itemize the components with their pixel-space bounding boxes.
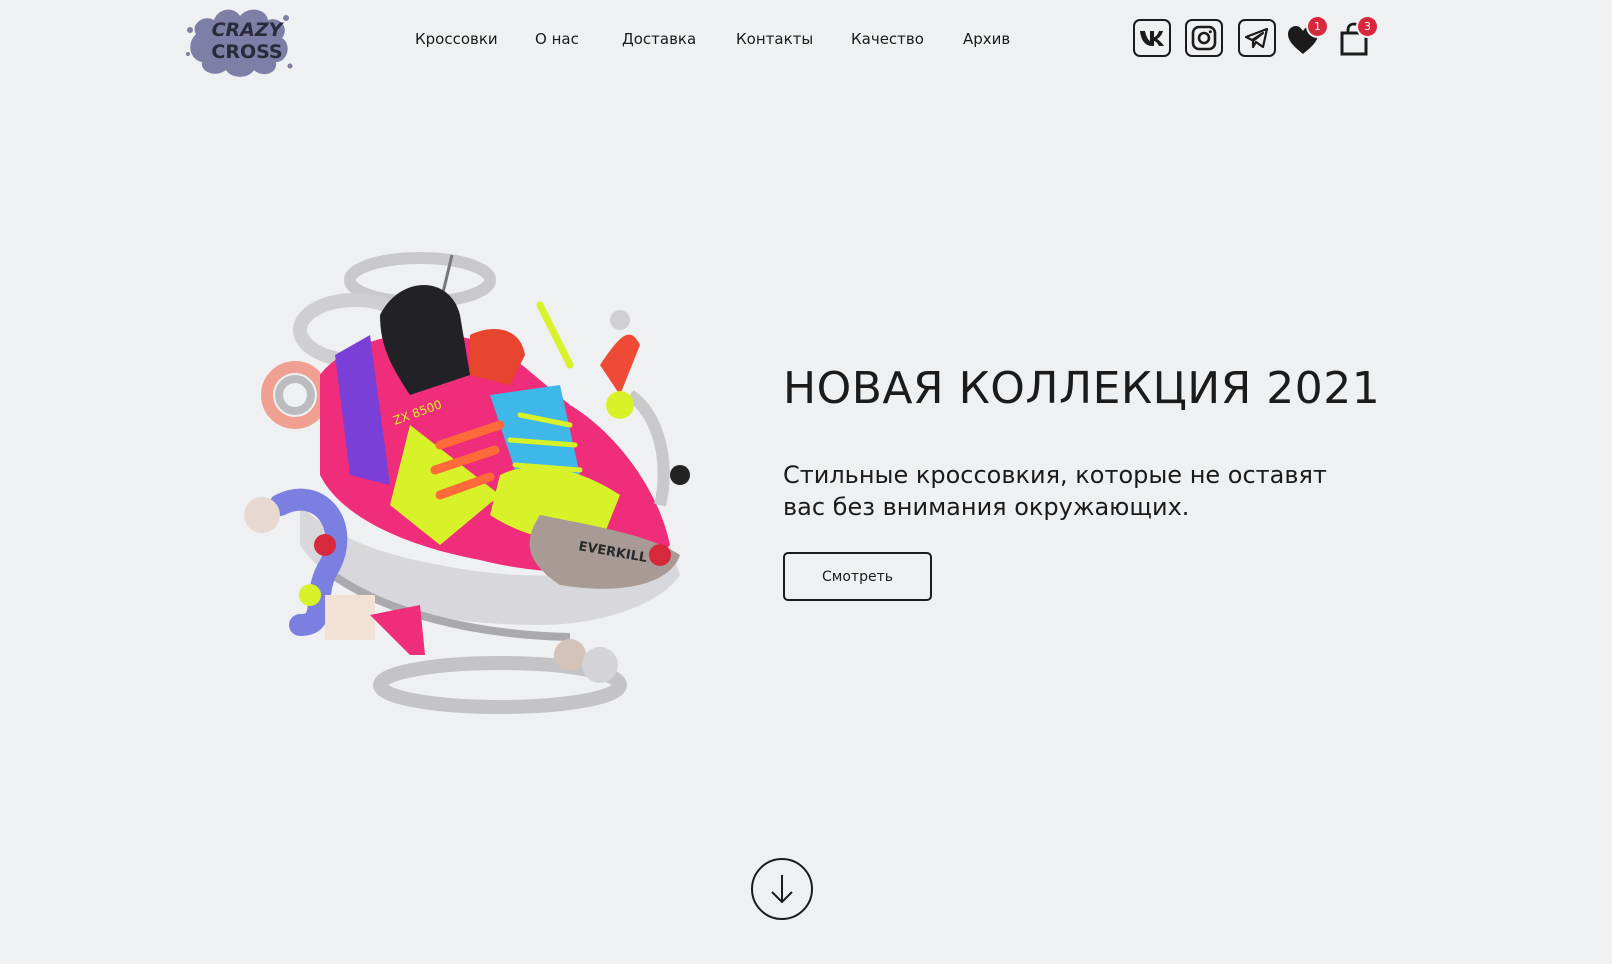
favorites-count-badge: 1	[1308, 17, 1327, 36]
nav-item-sneakers[interactable]: Кроссовки	[415, 30, 498, 48]
logo-text-cross: CROSS	[211, 41, 283, 63]
nav-item-archive[interactable]: Архив	[963, 30, 1010, 48]
telegram-icon	[1244, 27, 1269, 49]
cart-button[interactable]: 3	[1337, 17, 1377, 56]
scroll-down-button[interactable]	[751, 858, 813, 920]
logo-text-crazy: CRAZY	[211, 19, 283, 41]
hero-title: НОВАЯ КОЛЛЕКЦИЯ 2021	[783, 363, 1381, 414]
instagram-icon	[1191, 25, 1217, 51]
vk-link[interactable]	[1133, 19, 1171, 57]
arrow-down-icon	[771, 875, 793, 904]
telegram-link[interactable]	[1238, 19, 1276, 57]
sneaker-collage-image: ZX 8500 EVERKILL	[244, 252, 690, 714]
nav-item-quality[interactable]: Качество	[851, 30, 924, 48]
instagram-link[interactable]	[1185, 19, 1223, 57]
nav-item-delivery[interactable]: Доставка	[622, 30, 696, 48]
favorites-button[interactable]: 1	[1286, 17, 1327, 56]
logo[interactable]: CRAZY CROSS	[182, 4, 294, 80]
vk-icon	[1140, 31, 1164, 46]
hero-subtitle: Стильные кроссовкия, которые не оставят …	[783, 461, 1327, 521]
nav-item-contacts[interactable]: Контакты	[736, 30, 813, 48]
view-button[interactable]: Смотреть	[783, 552, 932, 601]
nav-item-about[interactable]: О нас	[535, 30, 579, 48]
cart-count-badge: 3	[1358, 17, 1377, 36]
page: CRAZY CROSS Кроссовки О нас Доставка Кон…	[0, 0, 1612, 964]
